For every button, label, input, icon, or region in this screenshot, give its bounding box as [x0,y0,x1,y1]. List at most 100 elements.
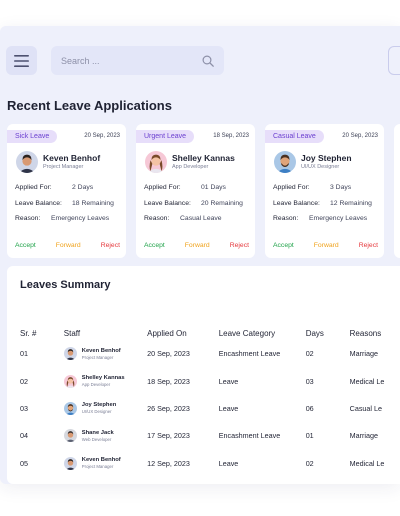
avatar [63,401,77,415]
accept-button[interactable]: Accept [273,242,294,249]
reason-value: Emergency Leaves [309,215,368,222]
leave-cards: Sick Leave 20 Sep, 2023 Keven Benhof Projec… [7,124,400,258]
leave-date: 20 Sep, 2023 [342,133,378,139]
leave-card-partial[interactable] [394,124,400,258]
sr-cell: 02 [20,376,28,386]
avatar [145,151,167,173]
table-row[interactable]: 03 Joy Stephen UI/UX Designer 26 Sep, 2023 L… [20,395,400,422]
reason-label: Reason: [273,215,299,222]
applied-on-cell: 20 Sep, 2023 [147,349,190,359]
staff-cell: Shelley Kannas App Developer [63,367,147,394]
staff-name: Joy Stephen [81,402,117,409]
applied-on-cell: 08 Sep, 2023 [147,477,219,484]
forward-button[interactable]: Forward [56,242,81,249]
accept-button[interactable]: Accept [144,242,165,249]
employee-name: Shelley Kannas [172,153,235,163]
leave-balance-value: 12 Remaining [330,200,372,207]
hamburger-icon [14,54,29,67]
reject-button[interactable]: Reject [359,242,378,249]
forward-button[interactable]: Forward [314,242,339,249]
staff-cell: Keven Benhof Project Manager [63,340,147,367]
reject-button[interactable]: Reject [230,242,249,249]
applied-for-row: Applied For: 2 Days [15,184,93,191]
search-box [51,46,224,75]
reason-row: Reason: Casual Leave [144,215,222,222]
leave-date: 18 Sep, 2023 [213,133,249,139]
staff-role: App Developer [81,382,111,388]
applied-on-cell: 17 Sep, 2023 [147,431,190,441]
accept-button[interactable]: Accept [15,242,36,249]
staff-role: Web Developer [81,436,112,442]
category-cell: Leave [218,458,239,468]
table-row[interactable]: 05 Keven Benhof Project Manager 12 Sep, 202… [20,450,400,477]
menu-button[interactable] [6,46,37,75]
column-header: Staff [63,328,81,338]
sr-cell: 04 [20,431,28,441]
applied-for-value: 01 Days [201,184,226,191]
table-row[interactable]: 01 Keven Benhof Project Manager 20 Sep, 202… [20,340,400,367]
summary-title: Leaves Summary [20,279,111,291]
avatar [63,374,77,388]
table-header-row: Sr. # Staff Applied On Leave Category Days Re… [20,326,400,340]
reason-cell: Marriage [349,431,379,441]
staff-cell: Keven Benhof Project Manager [63,450,147,477]
leave-balance-label: Leave Balance: [15,200,62,207]
days-cell: 03 [305,376,314,386]
reason-value: Casual Leave [180,215,222,222]
reason-cell: Medical Le [349,458,385,468]
staff-name: Shane Jack [81,429,114,436]
leave-balance-label: Leave Balance: [144,200,191,207]
secondary-search-button[interactable] [388,46,400,75]
column-header: Sr. # [20,328,37,338]
employee-name: Joy Stephen [301,153,352,163]
avatar [63,456,77,470]
employee-role: App Developer [172,164,209,170]
category-cell: Encashment Leave [219,477,306,484]
staff-name: Keven Benhof [81,457,121,464]
leave-balance-label: Leave Balance: [273,200,320,207]
sr-cell: 01 [20,349,28,359]
table-row[interactable]: 02 Shelley Kannas App Developer 18 Sep, 202… [20,367,400,394]
category-cell: Leave [218,376,239,386]
leave-card[interactable]: Urgent Leave 18 Sep, 2023 Shelley Kannas Ap… [136,124,255,258]
leave-balance-row: Leave Balance: 12 Remaining [273,200,372,207]
column-header: Days [305,328,324,338]
category-cell: Encashment Leave [218,349,281,359]
sr-cell: 03 [20,403,28,413]
table-row[interactable]: 06Joy StephenUI/UX Designer08 Sep, 2023E… [20,477,400,484]
reject-button[interactable]: Reject [101,242,120,249]
sr-cell: 05 [20,458,28,468]
days-cell: 06 [305,403,314,413]
leave-date: 20 Sep, 2023 [84,133,120,139]
reason-cell: Marriage [349,349,379,359]
staff-role: Project Manager [81,464,114,470]
staff-name: Keven Benhof [81,347,121,354]
table-row[interactable]: 04 Shane Jack Web Developer 17 Sep, 2023 Enc… [20,422,400,449]
reason-label: Reason: [15,215,41,222]
leave-card[interactable]: Sick Leave 20 Sep, 2023 Keven Benhof Projec… [7,124,126,258]
forward-button[interactable]: Forward [185,242,210,249]
reason-label: Reason: [144,215,170,222]
applied-on-cell: 18 Sep, 2023 [147,376,190,386]
leaves-summary-table: Sr. # Staff Applied On Leave Category Days Re… [20,326,400,484]
leave-balance-value: 20 Remaining [201,200,243,207]
staff-cell: Joy StephenUI/UX Designer [64,477,147,484]
search-input[interactable] [61,55,202,66]
employee-role: Project Manager [43,164,84,170]
days-cell: 04 [306,477,350,484]
applied-for-value: 2 Days [72,184,94,191]
card-actions: Accept Forward Reject [15,242,120,249]
reason-row: Reason: Emergency Leaves [15,215,109,222]
column-header: Applied On [147,328,187,338]
staff-cell: Joy StephenUI/UX Designer [63,395,147,422]
app-frame: Recent Leave Applications Sick Leave 20 S… [0,26,400,484]
leaves-summary-panel: Leaves Summary Sr. # Staff Applied On Leave… [7,266,400,484]
search-icon[interactable] [202,54,214,67]
applied-for-label: Applied For: [15,184,52,191]
applied-on-cell: 26 Sep, 2023 [147,403,190,413]
employee-role: UI/UX Designer [301,164,340,170]
leave-card[interactable]: Casual Leave 20 Sep, 2023 Joy Stephen UI/UX… [265,124,384,258]
leave-type-badge: Sick Leave [7,130,58,143]
staff-name: Shelley Kannas [81,375,125,382]
employee-name: Keven Benhof [43,153,101,163]
